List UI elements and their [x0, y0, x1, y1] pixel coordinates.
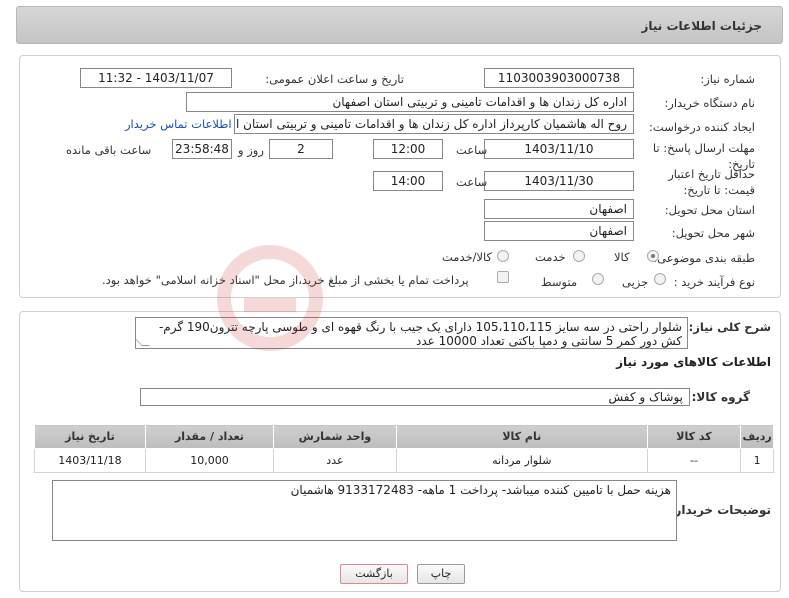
cell-quantity: 10,000 [144, 448, 275, 473]
need-description-label: شرح کلی نیاز: [688, 320, 771, 334]
city-label: شهر محل تحویل: [671, 226, 755, 240]
purchase-radio-minor[interactable] [654, 273, 666, 285]
buyer-notes-text: هزینه حمل با تامیین کننده میباشد- پرداخت… [290, 483, 671, 497]
remaining-word: ساعت باقی مانده [66, 143, 152, 157]
province-field[interactable]: اصفهان [484, 199, 634, 219]
price-time-word: ساعت [456, 175, 488, 189]
need-number-field[interactable]: 1103003903000738 [484, 68, 634, 88]
category-service-label: خدمت [535, 250, 566, 264]
col-header-need-date: تاریخ نیاز [34, 424, 146, 449]
purchase-medium-label: متوسط [541, 275, 578, 289]
category-goods-service-label: کالا/خدمت [442, 250, 493, 264]
resize-grip-icon[interactable] [136, 338, 150, 346]
price-date-field[interactable]: 1403/11/30 [484, 171, 634, 191]
creator-field[interactable]: روح اله هاشمیان کارپرداز اداره کل زندان … [234, 114, 634, 134]
buyer-org-label: نام دستگاه خریدار: [664, 96, 755, 110]
col-header-goods-name: نام کالا [395, 424, 648, 449]
reply-date-field[interactable]: 1403/11/10 [484, 139, 634, 159]
category-radio-goods-service[interactable] [497, 250, 509, 262]
table-row[interactable]: 1 -- شلوار مردانه عدد 10,000 1403/11/18 [34, 448, 774, 473]
reply-time-field[interactable]: 12:00 [373, 139, 443, 159]
goods-group-label: گروه کالا: [691, 390, 750, 404]
buyer-contact-link[interactable]: اطلاعات تماس خریدار [125, 117, 232, 131]
remaining-time-field[interactable]: 23:58:48 [172, 139, 232, 159]
goods-table: ردیف کد کالا نام کالا واحد شمارش تعداد /… [34, 424, 774, 473]
cell-goods-code: -- [646, 448, 742, 473]
need-number-label: شماره نیاز: [700, 72, 755, 86]
price-validity-label: حداقل تاریخ اعتبار قیمت: تا تاریخ: [668, 167, 755, 197]
print-button[interactable]: چاپ [417, 564, 465, 584]
category-radio-goods[interactable] [647, 250, 659, 262]
purchase-radio-medium[interactable] [592, 273, 604, 285]
col-header-quantity: تعداد / مقدار [144, 424, 275, 449]
goods-table-header-row: ردیف کد کالا نام کالا واحد شمارش تعداد /… [34, 424, 774, 449]
col-header-goods-code: کد کالا [646, 424, 742, 449]
purchase-minor-label: جزیی [622, 275, 649, 289]
reply-time-word: ساعت [456, 143, 488, 157]
buyer-org-field[interactable]: اداره کل زندان ها و اقدامات تامینی و ترب… [186, 92, 634, 112]
price-time-field[interactable]: 14:00 [373, 171, 443, 191]
buyer-notes-textarea[interactable]: هزینه حمل با تامیین کننده میباشد- پرداخت… [52, 480, 677, 541]
city-field[interactable]: اصفهان [484, 221, 634, 241]
days-field[interactable]: 2 [269, 139, 333, 159]
category-goods-label: کالا [614, 250, 630, 264]
treasury-payment-note: پرداخت تمام یا بخشی از مبلغ خرید،از محل … [102, 273, 469, 287]
buyer-notes-label: توضیحات خریدار: [669, 503, 771, 517]
need-description-text: شلوار راحتی در سه سایز 105،110،115 دارای… [158, 320, 682, 348]
treasury-payment-checkbox[interactable] [497, 271, 509, 283]
announce-label: تاریخ و ساعت اعلان عمومی: [265, 72, 404, 86]
days-word: روز و [238, 143, 264, 157]
category-label: طبقه بندی موضوعی: [653, 251, 755, 265]
announce-datetime-field[interactable]: 1403/11/07 - 11:32 [80, 68, 232, 88]
cell-need-date: 1403/11/18 [34, 448, 146, 473]
col-header-unit: واحد شمارش [273, 424, 397, 449]
cell-row-number: 1 [740, 448, 774, 473]
cell-unit: عدد [273, 448, 397, 473]
page-title: جزئیات اطلاعات نیاز [641, 19, 762, 33]
goods-section-title: اطلاعات کالاهای مورد نیاز [616, 355, 771, 369]
col-header-row-number: ردیف [740, 424, 774, 449]
cell-goods-name: شلوار مردانه [395, 448, 648, 473]
page-title-bar: جزئیات اطلاعات نیاز [16, 6, 783, 44]
purchase-type-label: نوع فرآیند خرید : [673, 275, 755, 289]
province-label: استان محل تحویل: [664, 203, 755, 217]
category-radio-service[interactable] [573, 250, 585, 262]
need-description-textarea[interactable]: شلوار راحتی در سه سایز 105،110،115 دارای… [135, 317, 688, 349]
creator-label: ایجاد کننده درخواست: [649, 120, 755, 134]
back-button[interactable]: بازگشت [340, 564, 408, 584]
goods-group-field[interactable]: پوشاک و کفش [140, 388, 690, 406]
